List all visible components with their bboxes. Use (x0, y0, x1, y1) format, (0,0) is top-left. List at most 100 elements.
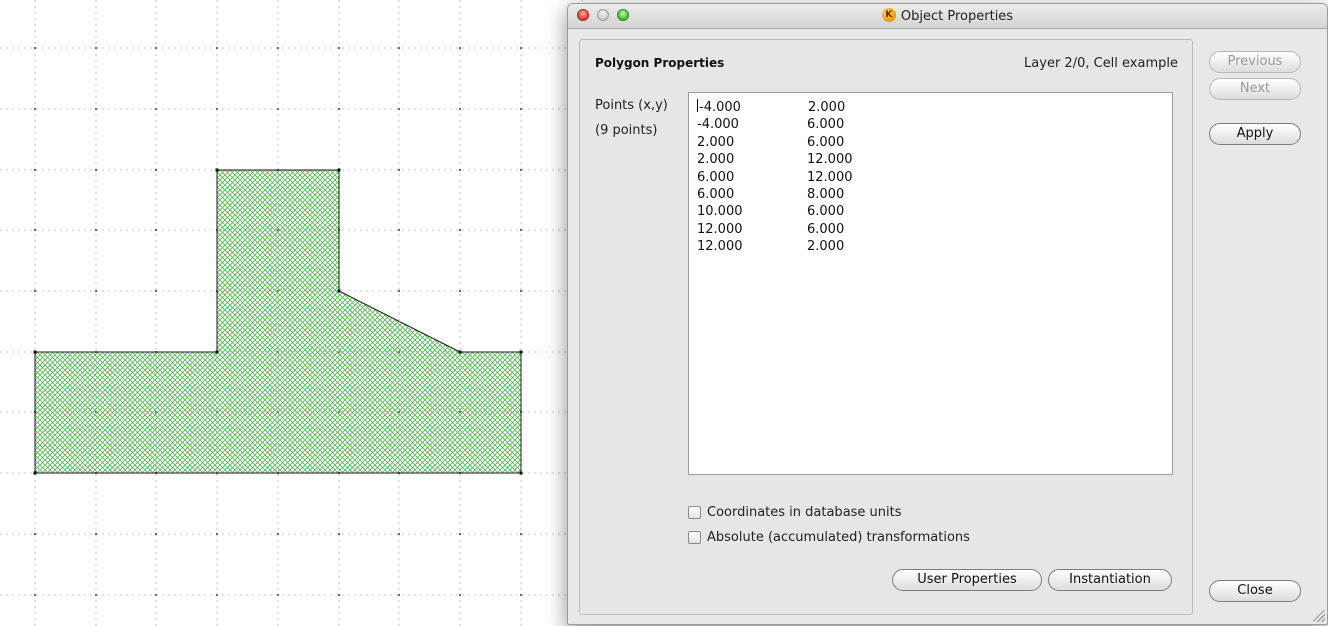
absolute-transform-option[interactable]: Absolute (accumulated) transformations (688, 530, 970, 545)
instantiation-button[interactable]: Instantiation (1048, 569, 1172, 591)
grid-dot (34, 594, 36, 596)
window-title: Object Properties (900, 9, 1014, 24)
grid-dot (459, 169, 461, 171)
grid-dot (459, 533, 461, 535)
grid-dot (34, 169, 36, 171)
point-x: 12.000 (697, 239, 743, 255)
layer-info: Layer 2/0, Cell example (1024, 56, 1178, 71)
polygon-vertex (519, 350, 523, 354)
grid-dot (398, 169, 400, 171)
grid-dot (155, 108, 157, 110)
section-title: Polygon Properties (595, 56, 725, 70)
polygon-vertex (458, 350, 462, 354)
grid-dot (277, 47, 279, 49)
resize-grip-icon[interactable] (1313, 610, 1325, 622)
point-y: 6.000 (807, 134, 845, 150)
points-count: (9 points) (595, 123, 658, 138)
user-properties-button[interactable]: User Properties (892, 569, 1042, 591)
grid-dot (216, 108, 218, 110)
points-text-area[interactable]: -4.000 2.000 -4.000 6.000 2.000 6.000 2.000… (688, 92, 1173, 475)
grid-dot (398, 47, 400, 49)
point-y: 2.000 (808, 100, 846, 115)
point-y: 6.000 (807, 117, 845, 133)
grid-dot (216, 533, 218, 535)
grid-dot (398, 229, 400, 231)
grid-dot (520, 594, 522, 596)
polygon-vertex (337, 289, 341, 293)
point-row: 2.000 12.000 (697, 151, 1166, 168)
point-y: 12.000 (807, 152, 853, 168)
db-units-option[interactable]: Coordinates in database units (688, 505, 902, 520)
point-x: 6.000 (697, 169, 735, 185)
absolute-transform-checkbox[interactable] (688, 531, 701, 544)
grid-dot (520, 533, 522, 535)
points-label: Points (x,y) (595, 98, 668, 113)
grid-dot (520, 290, 522, 292)
polygon-vertex (337, 168, 341, 172)
absolute-transform-label: Absolute (accumulated) transformations (707, 530, 970, 545)
grid-dot (459, 108, 461, 110)
grid-dot (34, 533, 36, 535)
grid-dot (155, 594, 157, 596)
polygon-vertex (33, 350, 37, 354)
polygon-vertex (215, 168, 219, 172)
grid-dot (277, 108, 279, 110)
grid-dot (520, 169, 522, 171)
grid-dot (277, 594, 279, 596)
grid-dot (95, 290, 97, 292)
point-row: 2.000 6.000 (697, 134, 1166, 151)
point-row: 6.000 8.000 (697, 186, 1166, 203)
previous-button[interactable]: Previous (1209, 51, 1301, 73)
grid-dot (95, 108, 97, 110)
db-units-label: Coordinates in database units (707, 505, 902, 520)
point-y: 2.000 (807, 239, 845, 255)
close-button[interactable]: Close (1209, 580, 1301, 602)
grid-dot (155, 533, 157, 535)
grid-dot (95, 229, 97, 231)
point-row: -4.000 6.000 (697, 116, 1166, 133)
polygon-vertex (215, 350, 219, 354)
point-x: 10.000 (697, 204, 743, 220)
grid-dot (155, 290, 157, 292)
grid-dot (95, 47, 97, 49)
grid-dot (520, 108, 522, 110)
grid-dot (34, 290, 36, 292)
point-y: 6.000 (807, 204, 845, 220)
grid-dot (95, 533, 97, 535)
grid-dot (459, 594, 461, 596)
grid-dot (459, 47, 461, 49)
polygon-vertex (519, 471, 523, 475)
grid-dot (520, 229, 522, 231)
grid-dot (398, 290, 400, 292)
grid-dot (216, 594, 218, 596)
grid-dot (338, 533, 340, 535)
point-x: -4.000 (699, 100, 741, 115)
point-row: -4.000 2.000 (697, 99, 1166, 116)
point-x: 6.000 (697, 187, 735, 203)
point-y: 6.000 (807, 221, 845, 237)
grid-dot (34, 47, 36, 49)
grid-dot (520, 47, 522, 49)
polygon-vertex (33, 471, 37, 475)
point-x: 2.000 (697, 134, 735, 150)
grid-dot (338, 108, 340, 110)
title-bar[interactable]: K Object Properties (568, 4, 1327, 29)
point-y: 12.000 (807, 169, 853, 185)
polygon-shape[interactable] (34, 169, 522, 474)
point-row: 10.000 6.000 (697, 203, 1166, 220)
grid-dot (155, 229, 157, 231)
grid-dot (338, 47, 340, 49)
point-x: -4.000 (697, 117, 739, 133)
point-row: 12.000 6.000 (697, 221, 1166, 238)
grid-dot (459, 229, 461, 231)
text-caret (697, 99, 698, 112)
grid-dot (398, 533, 400, 535)
polygon-properties-panel: Polygon Properties Layer 2/0, Cell examp… (579, 39, 1193, 615)
next-button[interactable]: Next (1209, 78, 1301, 100)
grid-dot (459, 290, 461, 292)
db-units-checkbox[interactable] (688, 506, 701, 519)
grid-dot (155, 47, 157, 49)
grid-dot (398, 108, 400, 110)
grid-dot (216, 47, 218, 49)
apply-button[interactable]: Apply (1209, 123, 1301, 145)
